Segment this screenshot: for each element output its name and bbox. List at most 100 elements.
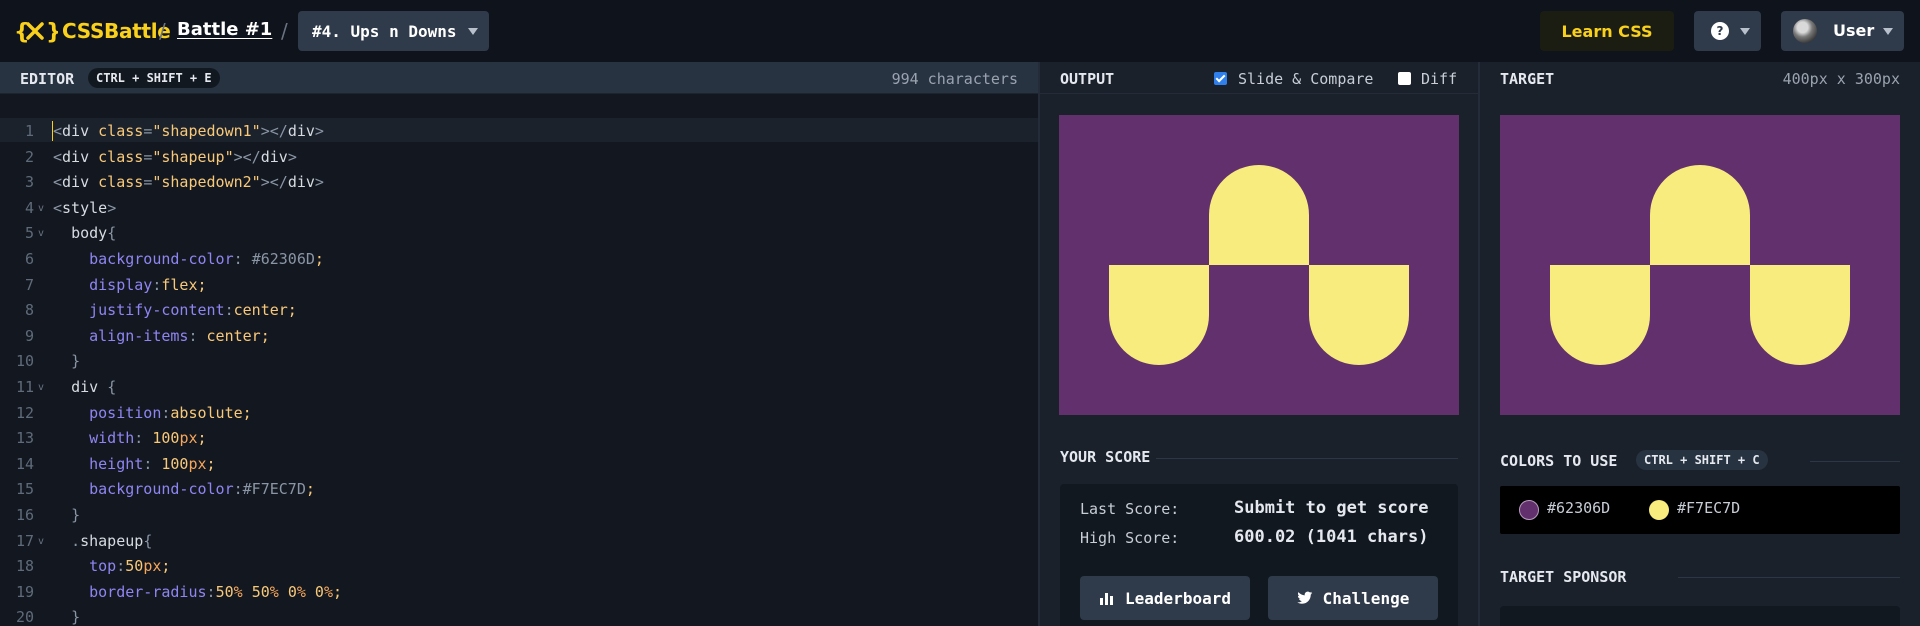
output-canvas[interactable]	[1059, 115, 1459, 415]
top-bar: { } CSSBattle / Battle #1 / #4. Ups n Do…	[0, 0, 1920, 62]
code-line[interactable]: 16 }	[0, 502, 1038, 528]
fold-arrow-icon[interactable]: v	[38, 196, 44, 222]
code-text: background-color: #62306D;	[89, 250, 324, 268]
divider	[1810, 461, 1900, 462]
battle-link[interactable]: Battle #1	[177, 19, 272, 40]
svg-text:}: }	[46, 20, 58, 44]
editor-shortcut-badge: CTRL + SHIFT + E	[88, 68, 220, 88]
code-line[interactable]: 7 display:flex;	[0, 272, 1038, 298]
fold-arrow-icon[interactable]: v	[38, 529, 44, 555]
learn-css-button[interactable]: Learn CSS	[1540, 11, 1674, 51]
chevron-down-icon	[1740, 28, 1750, 35]
sponsor-panel[interactable]	[1500, 606, 1900, 626]
divider	[1156, 458, 1458, 459]
line-number: 7	[24, 275, 34, 294]
code-line[interactable]: 3 <div class="shapedown2"></div>	[0, 169, 1038, 195]
slide-compare-checkbox[interactable]	[1214, 72, 1227, 85]
line-number: 3	[24, 173, 34, 192]
user-menu-button[interactable]: User	[1781, 11, 1904, 51]
code-line[interactable]: 5v body{	[0, 220, 1038, 246]
code-text: <div class="shapedown2"></div>	[53, 173, 324, 192]
high-score-value: 600.02 (1041 chars)	[1234, 527, 1429, 547]
code-text: div {	[71, 378, 117, 396]
target-image[interactable]	[1500, 115, 1900, 415]
last-score-label: Last Score:	[1080, 500, 1180, 518]
code-line[interactable]: 14 height: 100px;	[0, 451, 1038, 477]
logo[interactable]: { } CSSBattle	[14, 18, 171, 44]
code-line[interactable]: 19 border-radius:50% 50% 0% 0%;	[0, 579, 1038, 605]
code-line[interactable]: 15 background-color:#F7EC7D;	[0, 476, 1038, 502]
code-text: <div class="shapedown1"></div>	[53, 122, 324, 140]
code-line[interactable]: 12 position:absolute;	[0, 400, 1038, 426]
output-shape-down-left	[1109, 265, 1209, 365]
target-title: TARGET	[1500, 70, 1555, 88]
code-line[interactable]: 20 }	[0, 604, 1038, 626]
line-number: 4	[24, 198, 34, 217]
challenge-button-label: Challenge	[1322, 588, 1410, 608]
target-size: 400px x 300px	[1782, 70, 1900, 88]
code-text: top:50px;	[89, 557, 171, 576]
user-name: User	[1833, 21, 1875, 40]
leaderboard-button[interactable]: Leaderboard	[1080, 576, 1250, 620]
chevron-down-icon	[1883, 28, 1893, 35]
code-line[interactable]: 1 <div class="shapedown1"></div>	[0, 118, 1038, 144]
code-text: body{	[71, 224, 117, 243]
color-label-purple[interactable]: #62306D	[1547, 499, 1610, 517]
code-text: <style>	[53, 198, 117, 217]
level-select[interactable]: #4. Ups n Downs	[298, 11, 489, 51]
breadcrumb-separator: /	[281, 19, 288, 43]
target-shape-up	[1650, 165, 1750, 265]
color-swatch-yellow[interactable]	[1649, 500, 1669, 520]
line-number: 8	[24, 301, 34, 320]
code-editor[interactable]: 1 <div class="shapedown1"></div> 2 <div cla…	[0, 94, 1038, 626]
code-text: }	[71, 506, 81, 524]
twitter-icon	[1296, 591, 1312, 604]
challenge-button[interactable]: Challenge	[1268, 576, 1438, 620]
code-text: display:flex;	[89, 275, 207, 294]
logo-text: CSSBattle	[62, 19, 171, 43]
fold-arrow-icon[interactable]: v	[38, 221, 44, 247]
code-line[interactable]: 18 top:50px;	[0, 553, 1038, 579]
slide-compare-label[interactable]: Slide & Compare	[1238, 70, 1373, 88]
color-swatch-purple[interactable]	[1519, 500, 1539, 520]
line-number: 16	[15, 506, 34, 524]
help-menu-button[interactable]: ?	[1694, 11, 1761, 51]
code-line[interactable]: 6 background-color: #62306D;	[0, 246, 1038, 272]
code-line[interactable]: 10 }	[0, 348, 1038, 374]
line-number: 20	[15, 608, 34, 626]
fold-arrow-icon[interactable]: v	[38, 375, 44, 401]
code-line[interactable]: 13 width: 100px;	[0, 425, 1038, 451]
line-number: 1	[24, 122, 34, 140]
code-text: position:absolute;	[89, 403, 252, 422]
line-number: 10	[15, 352, 34, 371]
code-line[interactable]: 2 <div class="shapeup"></div>	[0, 144, 1038, 170]
editor-title: EDITOR	[20, 70, 75, 88]
line-number: 9	[24, 326, 34, 345]
line-number: 13	[15, 429, 34, 448]
editor-header: EDITOR CTRL + SHIFT + E 994 characters	[0, 62, 1038, 94]
code-line[interactable]: 4 v <style>	[0, 195, 1038, 221]
color-label-yellow[interactable]: #F7EC7D	[1677, 499, 1740, 517]
line-number: 11	[15, 378, 34, 396]
output-pane: OUTPUT Slide & Compare Diff YOUR SCORE L…	[1040, 62, 1478, 626]
diff-checkbox[interactable]	[1398, 72, 1411, 85]
line-number: 14	[15, 454, 34, 473]
target-shape-down-right	[1750, 265, 1850, 365]
code-text: width: 100px;	[89, 429, 207, 448]
line-number: 17	[15, 531, 34, 550]
colors-to-use-title: COLORS TO USE	[1500, 452, 1618, 470]
line-number: 19	[15, 582, 34, 601]
color-palette: #62306D #F7EC7D	[1500, 486, 1900, 534]
divider	[1678, 577, 1900, 578]
code-text: height: 100px;	[89, 454, 216, 473]
character-count: 994 characters	[891, 70, 1018, 88]
text-cursor	[52, 121, 53, 141]
code-line[interactable]: 11 v div {	[0, 374, 1038, 400]
code-line[interactable]: 8 justify-content:center;	[0, 297, 1038, 323]
code-line[interactable]: 17 v .shapeup{	[0, 528, 1038, 554]
diff-label[interactable]: Diff	[1421, 70, 1457, 88]
line-number: 12	[15, 403, 34, 422]
code-line[interactable]: 9 align-items: center;	[0, 323, 1038, 349]
line-number: 6	[24, 250, 34, 268]
code-text: <div class="shapeup"></div>	[53, 147, 297, 166]
